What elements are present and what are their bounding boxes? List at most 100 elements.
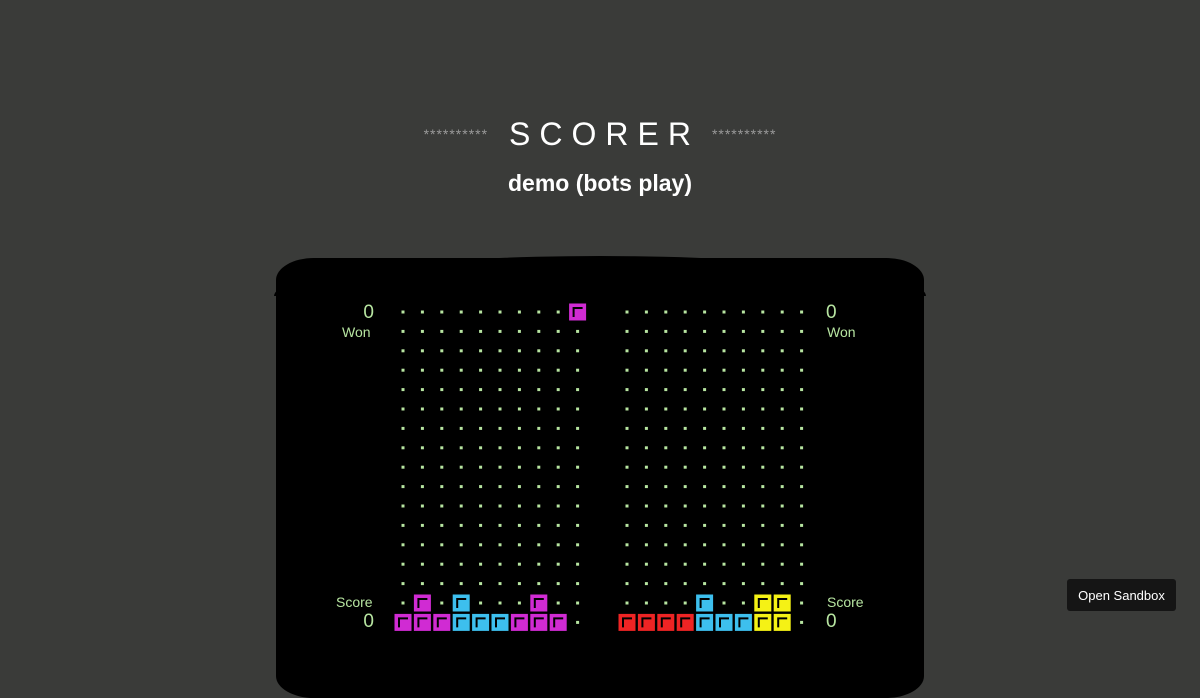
grid-dot xyxy=(625,329,629,333)
grid-dot xyxy=(703,582,707,586)
grid-dot xyxy=(722,601,726,605)
grid-dot xyxy=(703,407,707,411)
grid-dot xyxy=(625,368,629,372)
page-heading: ********** SCORER ********** xyxy=(0,112,1200,156)
grid-dot xyxy=(625,582,629,586)
grid-dot xyxy=(761,426,765,430)
grid-dot xyxy=(683,523,687,527)
grid-dot xyxy=(800,388,804,392)
grid-dot xyxy=(800,368,804,372)
grid-dot xyxy=(625,426,629,430)
grid-dot xyxy=(664,562,668,566)
grid-dot xyxy=(800,310,804,314)
grid-dot xyxy=(741,465,745,469)
grid-dot xyxy=(722,349,726,353)
grid-dot xyxy=(780,543,784,547)
grid-dot xyxy=(703,504,707,508)
grid-dot xyxy=(741,582,745,586)
grid-dot xyxy=(780,329,784,333)
grid-dot xyxy=(625,349,629,353)
grid-dot xyxy=(644,426,648,430)
grid-dot xyxy=(741,349,745,353)
grid-dot xyxy=(722,582,726,586)
grid-dot xyxy=(703,543,707,547)
grid-dot xyxy=(703,368,707,372)
grid-dot xyxy=(644,446,648,450)
grid-dot xyxy=(761,582,765,586)
grid-dot xyxy=(683,582,687,586)
grid-dot xyxy=(780,504,784,508)
grid-dot xyxy=(761,465,765,469)
grid-dot xyxy=(644,504,648,508)
grid-dot xyxy=(780,485,784,489)
grid-dot xyxy=(761,368,765,372)
grid-dot xyxy=(800,562,804,566)
grid-dot xyxy=(703,485,707,489)
grid-dot xyxy=(780,310,784,314)
grid-dot xyxy=(644,465,648,469)
tetromino-block xyxy=(773,613,791,631)
grid-dot xyxy=(644,310,648,314)
grid-dot xyxy=(722,407,726,411)
grid-dot xyxy=(625,310,629,314)
grid-dot xyxy=(741,407,745,411)
tetromino-block xyxy=(754,594,772,612)
grid-dot xyxy=(741,485,745,489)
grid-dot xyxy=(722,310,726,314)
grid-dot xyxy=(780,582,784,586)
grid-dot xyxy=(703,388,707,392)
grid-dot xyxy=(800,504,804,508)
grid-dot xyxy=(664,504,668,508)
grid-dot xyxy=(625,543,629,547)
tetromino-block xyxy=(773,594,791,612)
grid-dot xyxy=(761,562,765,566)
grid-dot xyxy=(683,349,687,353)
grid-dot xyxy=(741,388,745,392)
grid-dot xyxy=(722,504,726,508)
grid-dot xyxy=(683,426,687,430)
grid-dot xyxy=(722,388,726,392)
grid-dot xyxy=(683,407,687,411)
grid-dot xyxy=(741,368,745,372)
grid-dot xyxy=(664,426,668,430)
tetromino-block xyxy=(618,613,636,631)
grid-dot xyxy=(664,388,668,392)
grid-dot xyxy=(800,485,804,489)
open-sandbox-button[interactable]: Open Sandbox xyxy=(1067,579,1176,611)
grid-dot xyxy=(780,407,784,411)
tetromino-block xyxy=(676,613,694,631)
grid-dot xyxy=(761,446,765,450)
grid-dot xyxy=(800,465,804,469)
grid-dot xyxy=(664,465,668,469)
grid-dot xyxy=(683,310,687,314)
grid-dot xyxy=(664,446,668,450)
grid-dot xyxy=(644,543,648,547)
grid-dot xyxy=(703,523,707,527)
grid-dot xyxy=(625,523,629,527)
grid-dot xyxy=(703,329,707,333)
grid-dot xyxy=(664,368,668,372)
grid-dot xyxy=(780,562,784,566)
grid-dot xyxy=(761,349,765,353)
grid-dot xyxy=(703,349,707,353)
grid-dot xyxy=(741,523,745,527)
tetromino-block xyxy=(696,594,714,612)
tetromino-block xyxy=(754,613,772,631)
grid-dot xyxy=(722,426,726,430)
grid-dot xyxy=(683,504,687,508)
grid-dot xyxy=(722,523,726,527)
grid-dot xyxy=(683,485,687,489)
grid-dot xyxy=(683,329,687,333)
grid-dot xyxy=(625,601,629,605)
grid-dot xyxy=(644,582,648,586)
grid-dot xyxy=(800,582,804,586)
grid-dot xyxy=(644,349,648,353)
grid-dot xyxy=(780,465,784,469)
grid-dot xyxy=(664,601,668,605)
grid-dot xyxy=(683,446,687,450)
grid-dot xyxy=(761,388,765,392)
grid-dot xyxy=(644,368,648,372)
grid-dot xyxy=(683,465,687,469)
grid-dot xyxy=(761,485,765,489)
grid-dot xyxy=(683,601,687,605)
